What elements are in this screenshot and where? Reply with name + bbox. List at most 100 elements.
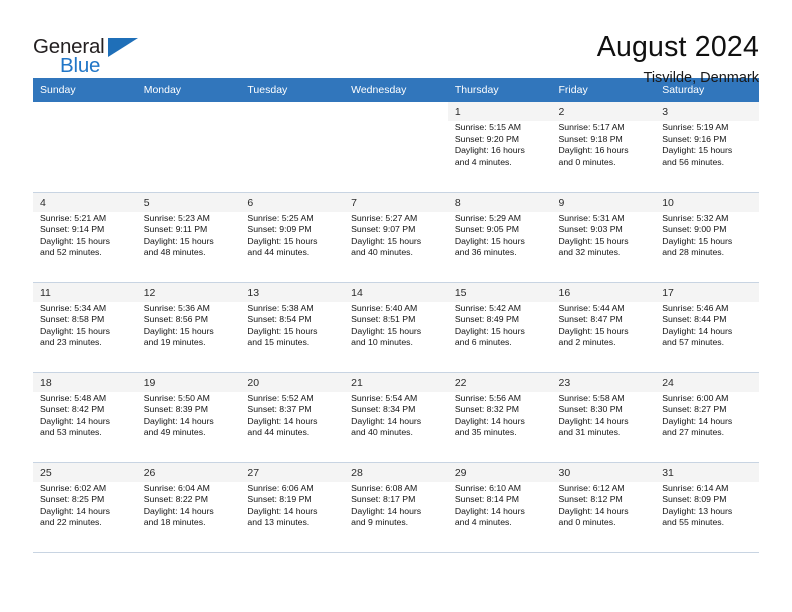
day-details: Sunrise: 5:50 AM Sunset: 8:39 PM Daylight:… bbox=[137, 392, 241, 439]
daylight-text: Daylight: 14 hours bbox=[558, 505, 629, 516]
calendar-day-cell[interactable]: 9 Sunrise: 5:31 AM Sunset: 9:03 PM Daylight… bbox=[551, 192, 656, 283]
sunrise-text: Sunrise: 5:25 AM bbox=[247, 212, 314, 223]
day-details: Sunrise: 5:38 AM Sunset: 8:54 PM Daylight:… bbox=[240, 302, 344, 349]
calendar-day-cell[interactable]: 29 Sunrise: 6:10 AM Sunset: 8:14 PM Dayligh… bbox=[447, 462, 552, 553]
daylight-text-cont: and 27 minutes. bbox=[662, 427, 725, 438]
day-number: 20 bbox=[240, 372, 345, 392]
sunrise-text: Sunrise: 5:34 AM bbox=[40, 302, 107, 313]
calendar-day-cell[interactable]: 19 Sunrise: 5:50 AM Sunset: 8:39 PM Dayligh… bbox=[136, 372, 241, 463]
daylight-text-cont: and 22 minutes. bbox=[40, 517, 102, 528]
sunrise-text: Sunrise: 6:04 AM bbox=[143, 482, 210, 493]
daylight-text: Daylight: 14 hours bbox=[662, 325, 733, 336]
day-details: Sunrise: 5:42 AM Sunset: 8:49 PM Daylight:… bbox=[448, 302, 552, 349]
page-header: General Blue August 2024 Tisvilde, Denma… bbox=[0, 0, 792, 86]
sunset-text: Sunset: 8:32 PM bbox=[454, 404, 520, 415]
calendar-day-cell[interactable]: 2 Sunrise: 5:17 AM Sunset: 9:18 PM Daylight… bbox=[551, 102, 656, 193]
page-title: August 2024 bbox=[596, 31, 759, 63]
calendar-day-cell[interactable]: 17 Sunrise: 5:46 AM Sunset: 8:44 PM Dayligh… bbox=[655, 282, 759, 373]
daylight-text-cont: and 56 minutes. bbox=[662, 156, 725, 167]
weekday-header-tuesday: Tuesday bbox=[240, 78, 345, 102]
calendar-day-cell[interactable]: 26 Sunrise: 6:04 AM Sunset: 8:22 PM Dayligh… bbox=[136, 462, 241, 553]
day-details: Sunrise: 5:54 AM Sunset: 8:34 PM Daylight:… bbox=[344, 392, 448, 439]
calendar-day-cell[interactable]: 5 Sunrise: 5:23 AM Sunset: 9:11 PM Daylight… bbox=[136, 192, 241, 283]
daylight-text-cont: and 4 minutes. bbox=[454, 156, 512, 167]
calendar-day-cell[interactable]: 27 Sunrise: 6:06 AM Sunset: 8:19 PM Dayligh… bbox=[240, 462, 345, 553]
daylight-text: Daylight: 14 hours bbox=[351, 505, 422, 516]
daylight-text-cont: and 52 minutes. bbox=[40, 247, 102, 258]
calendar-day-cell[interactable]: 14 Sunrise: 5:40 AM Sunset: 8:51 PM Dayligh… bbox=[344, 282, 448, 373]
day-details: Sunrise: 5:46 AM Sunset: 8:44 PM Daylight:… bbox=[655, 302, 759, 349]
daylight-text-cont: and 35 minutes. bbox=[454, 427, 517, 438]
calendar-day-cell[interactable]: 13 Sunrise: 5:38 AM Sunset: 8:54 PM Dayligh… bbox=[240, 282, 345, 373]
calendar-day-cell[interactable]: 28 Sunrise: 6:08 AM Sunset: 8:17 PM Dayligh… bbox=[344, 462, 448, 553]
calendar-day-cell[interactable]: 22 Sunrise: 5:56 AM Sunset: 8:32 PM Dayligh… bbox=[447, 372, 552, 463]
day-details: Sunrise: 6:08 AM Sunset: 8:17 PM Daylight:… bbox=[344, 482, 448, 529]
calendar-day-cell[interactable]: 12 Sunrise: 5:36 AM Sunset: 8:56 PM Dayligh… bbox=[136, 282, 241, 373]
daylight-text-cont: and 44 minutes. bbox=[247, 247, 310, 258]
sunset-text: Sunset: 8:12 PM bbox=[558, 494, 623, 505]
calendar-day-cell[interactable]: 21 Sunrise: 5:54 AM Sunset: 8:34 PM Dayligh… bbox=[344, 372, 448, 463]
daylight-text: Daylight: 15 hours bbox=[351, 235, 422, 246]
day-details: Sunrise: 5:58 AM Sunset: 8:30 PM Daylight:… bbox=[552, 392, 656, 439]
calendar-day-cell[interactable]: 25 Sunrise: 6:02 AM Sunset: 8:25 PM Dayligh… bbox=[33, 462, 137, 553]
day-number: 30 bbox=[551, 462, 656, 482]
sunset-text: Sunset: 8:56 PM bbox=[143, 314, 208, 325]
day-number: 19 bbox=[136, 372, 241, 392]
day-details: Sunrise: 5:56 AM Sunset: 8:32 PM Daylight:… bbox=[448, 392, 552, 439]
daylight-text-cont: and 10 minutes. bbox=[351, 337, 413, 348]
daylight-text-cont: and 44 minutes. bbox=[247, 427, 310, 438]
calendar-day-cell[interactable]: 16 Sunrise: 5:44 AM Sunset: 8:47 PM Dayligh… bbox=[551, 282, 656, 373]
brand-logo[interactable]: General Blue bbox=[33, 28, 153, 80]
day-number: 6 bbox=[240, 192, 345, 212]
sunset-text: Sunset: 9:05 PM bbox=[454, 224, 520, 235]
calendar-day-cell[interactable]: 20 Sunrise: 5:52 AM Sunset: 8:37 PM Dayligh… bbox=[240, 372, 345, 463]
day-number: 17 bbox=[655, 282, 759, 302]
day-details: Sunrise: 5:40 AM Sunset: 8:51 PM Daylight:… bbox=[344, 302, 448, 349]
calendar-day-cell[interactable]: 18 Sunrise: 5:48 AM Sunset: 8:42 PM Dayligh… bbox=[33, 372, 137, 463]
daylight-text: Daylight: 15 hours bbox=[40, 325, 111, 336]
sunset-text: Sunset: 8:14 PM bbox=[454, 494, 520, 505]
calendar-day-cell[interactable]: 24 Sunrise: 6:00 AM Sunset: 8:27 PM Dayligh… bbox=[655, 372, 759, 463]
calendar-day-cell[interactable]: 7 Sunrise: 5:27 AM Sunset: 9:07 PM Daylight… bbox=[344, 192, 448, 283]
sunrise-text: Sunrise: 5:52 AM bbox=[247, 392, 314, 403]
day-details: Sunrise: 5:44 AM Sunset: 8:47 PM Daylight:… bbox=[552, 302, 656, 349]
daylight-text: Daylight: 15 hours bbox=[247, 235, 318, 246]
calendar-day-cell[interactable]: 4 Sunrise: 5:21 AM Sunset: 9:14 PM Daylight… bbox=[33, 192, 137, 283]
calendar-day-cell[interactable]: 10 Sunrise: 5:32 AM Sunset: 9:00 PM Dayligh… bbox=[655, 192, 759, 283]
calendar-day-cell[interactable]: 6 Sunrise: 5:25 AM Sunset: 9:09 PM Daylight… bbox=[240, 192, 345, 283]
calendar-week-row: 25 Sunrise: 6:02 AM Sunset: 8:25 PM Dayligh… bbox=[33, 462, 759, 553]
daylight-text: Daylight: 14 hours bbox=[143, 415, 214, 426]
daylight-text-cont: and 55 minutes. bbox=[662, 517, 725, 528]
day-details: Sunrise: 5:17 AM Sunset: 9:18 PM Daylight:… bbox=[552, 121, 656, 168]
calendar-day-cell[interactable]: 23 Sunrise: 5:58 AM Sunset: 8:30 PM Dayligh… bbox=[551, 372, 656, 463]
daylight-text: Daylight: 14 hours bbox=[247, 415, 318, 426]
calendar-day-cell[interactable]: 8 Sunrise: 5:29 AM Sunset: 9:05 PM Daylight… bbox=[447, 192, 552, 283]
sunrise-text: Sunrise: 6:00 AM bbox=[662, 392, 729, 403]
calendar-day-cell[interactable]: 1 Sunrise: 5:15 AM Sunset: 9:20 PM Daylight… bbox=[447, 102, 552, 193]
day-details: Sunrise: 5:27 AM Sunset: 9:07 PM Daylight:… bbox=[344, 212, 448, 259]
day-number: 26 bbox=[136, 462, 241, 482]
calendar-day-cell[interactable]: 30 Sunrise: 6:12 AM Sunset: 8:12 PM Dayligh… bbox=[551, 462, 656, 553]
day-details: Sunrise: 5:15 AM Sunset: 9:20 PM Daylight:… bbox=[448, 121, 552, 168]
sunrise-text: Sunrise: 6:02 AM bbox=[40, 482, 107, 493]
brand-name-bottom: Blue bbox=[60, 54, 101, 77]
sunset-text: Sunset: 8:44 PM bbox=[662, 314, 727, 325]
calendar-day-cell[interactable]: 15 Sunrise: 5:42 AM Sunset: 8:49 PM Dayligh… bbox=[447, 282, 552, 373]
calendar-day-cell[interactable]: 3 Sunrise: 5:19 AM Sunset: 9:16 PM Daylight… bbox=[655, 102, 759, 193]
daylight-text-cont: and 48 minutes. bbox=[143, 247, 206, 258]
day-number: 29 bbox=[447, 462, 552, 482]
sunrise-text: Sunrise: 5:17 AM bbox=[558, 122, 625, 132]
daylight-text: Daylight: 15 hours bbox=[454, 325, 525, 336]
weekday-header-sunday: Sunday bbox=[33, 78, 137, 102]
daylight-text: Daylight: 15 hours bbox=[40, 235, 111, 246]
calendar-day-cell[interactable]: 31 Sunrise: 6:14 AM Sunset: 8:09 PM Dayligh… bbox=[655, 462, 759, 553]
calendar-day-cell[interactable]: 11 Sunrise: 5:34 AM Sunset: 8:58 PM Dayligh… bbox=[33, 282, 137, 373]
sunrise-text: Sunrise: 5:40 AM bbox=[351, 302, 418, 313]
sunset-text: Sunset: 8:37 PM bbox=[247, 404, 312, 415]
daylight-text: Daylight: 13 hours bbox=[662, 505, 733, 516]
weekday-header-thursday: Thursday bbox=[447, 78, 552, 102]
calendar-empty-cell bbox=[33, 102, 137, 193]
daylight-text: Daylight: 14 hours bbox=[558, 415, 629, 426]
day-number: 23 bbox=[551, 372, 656, 392]
calendar-week-row: 1 Sunrise: 5:15 AM Sunset: 9:20 PM Daylight… bbox=[33, 102, 759, 193]
